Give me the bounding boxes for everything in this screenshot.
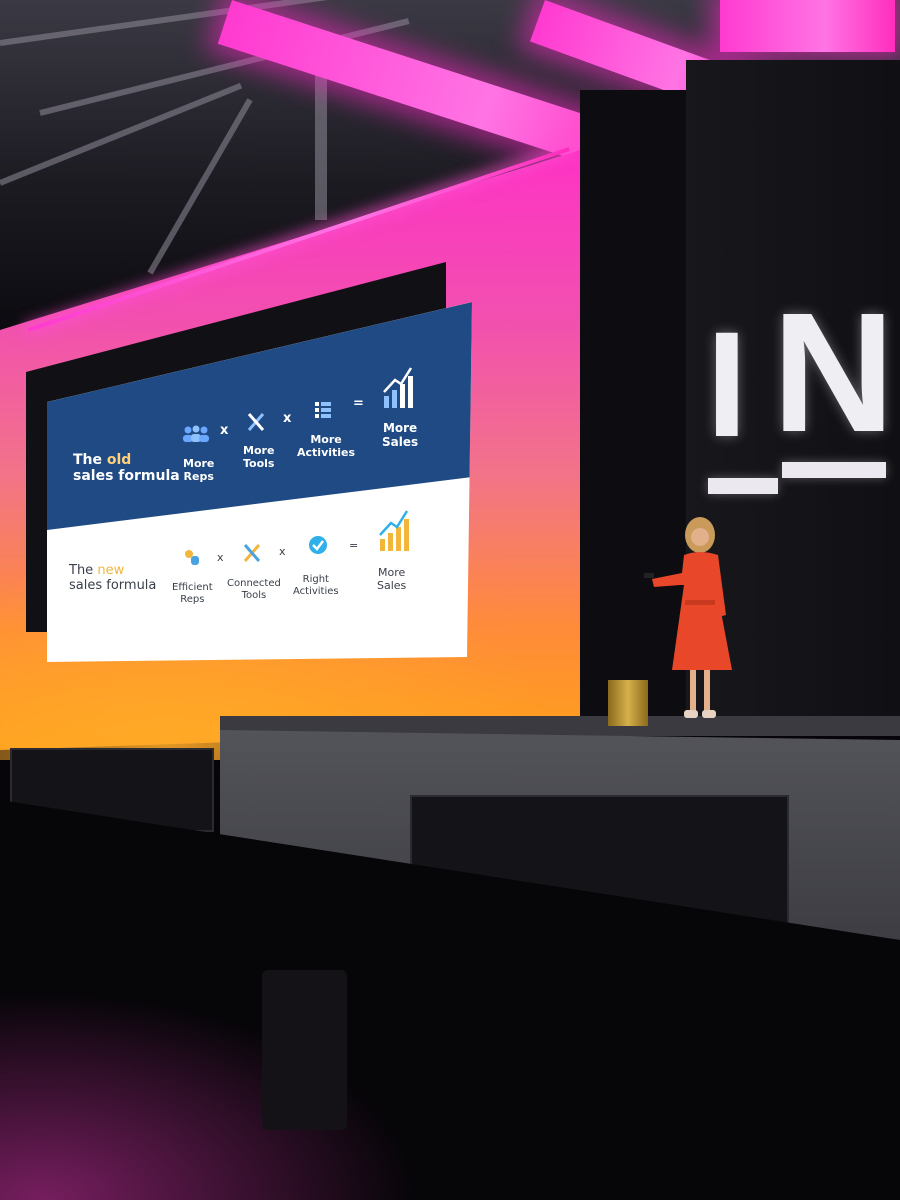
operator-equals: = — [353, 396, 364, 411]
old-item-sales: More Sales — [382, 421, 419, 449]
floor-glow — [0, 990, 420, 1200]
old-formula-label: The old sales formula — [73, 452, 180, 484]
logo-underline — [782, 462, 886, 478]
people-icon — [183, 425, 209, 442]
operator-equals: = — [349, 539, 359, 552]
logo-letter-i: I — [706, 300, 748, 468]
label-accent: old — [106, 452, 132, 468]
operator-x: x — [283, 411, 292, 426]
connected-tools-icon — [243, 544, 261, 562]
person-icon — [185, 550, 199, 565]
growth-chart-icon — [379, 510, 409, 551]
old-item-activities: More Activities — [297, 433, 356, 459]
new-item-tools: Connected Tools — [227, 578, 281, 601]
tools-icon — [247, 413, 265, 431]
ceiling-truss — [147, 98, 253, 275]
new-item-sales: More Sales — [377, 566, 407, 592]
growth-chart-icon — [383, 367, 413, 408]
new-item-reps: Efficient Reps — [172, 582, 213, 605]
label-prefix: The — [73, 452, 103, 468]
old-item-tools: More Tools — [243, 444, 275, 470]
list-icon — [315, 402, 331, 418]
operator-x: x — [217, 551, 224, 564]
old-item-reps: More Reps — [183, 457, 215, 483]
logo-underline — [708, 478, 778, 494]
conference-stage-photo: I N The old sales formula More Reps x Mo… — [0, 0, 900, 1200]
operator-x: x — [220, 423, 229, 438]
checkmark-icon — [309, 536, 327, 554]
operator-x: x — [279, 545, 286, 558]
label-prefix: The — [69, 563, 94, 578]
new-formula-label: The new sales formula — [69, 563, 157, 594]
new-item-activities: Right Activities — [293, 574, 339, 597]
front-stool — [262, 970, 347, 1130]
label-suffix: sales formula — [73, 468, 180, 485]
overhead-light-bar — [720, 0, 895, 52]
label-suffix: sales formula — [69, 577, 157, 593]
speaker — [644, 517, 732, 718]
label-accent: new — [97, 563, 125, 578]
logo-letter-n: N — [772, 278, 895, 468]
